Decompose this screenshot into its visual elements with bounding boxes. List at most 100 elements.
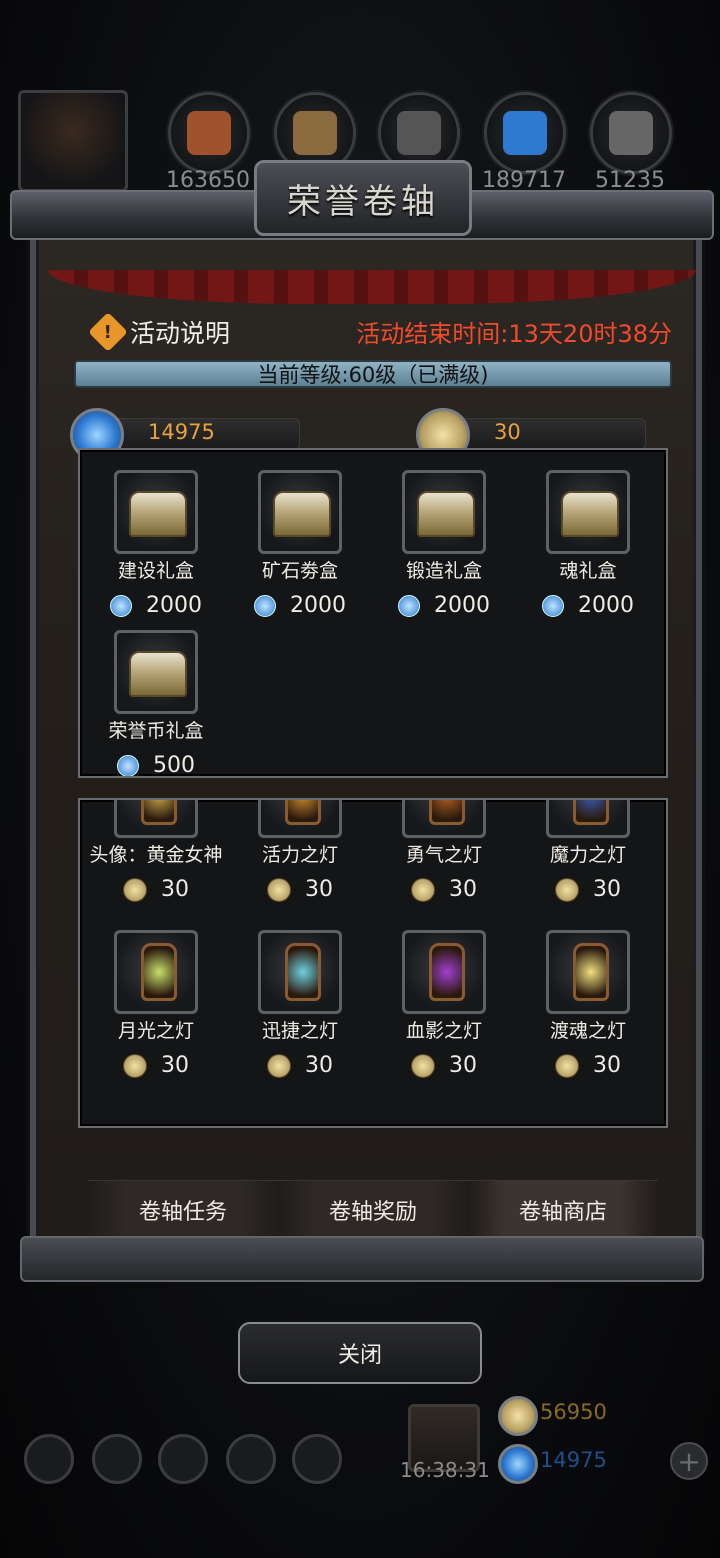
gem-value: 14975 <box>148 420 215 444</box>
shop-item[interactable]: 血影之灯 30 <box>372 930 516 1078</box>
price-value: 30 <box>161 1053 189 1078</box>
shop-item-name: 渡魂之灯 <box>549 1020 626 1042</box>
gift-box-name: 锻造礼盒 <box>405 560 482 582</box>
gift-box-item[interactable]: 魂礼盒 2000 <box>516 470 660 618</box>
shop-item[interactable]: 渡魂之灯 30 <box>516 930 660 1078</box>
price-value: 30 <box>305 877 333 902</box>
tab-scroll-shop[interactable]: 卷轴商店 <box>468 1180 658 1240</box>
gift-box-item[interactable]: 建设礼盒 2000 <box>84 470 228 618</box>
gold-icon <box>498 1396 538 1436</box>
shop-item-thumb[interactable] <box>114 800 198 838</box>
lamp-icon <box>141 943 177 1001</box>
guild-icon[interactable] <box>158 1434 208 1484</box>
panel-title-plate: 荣誉卷轴 <box>254 160 472 236</box>
shop-item-name: 血影之灯 <box>405 1020 482 1042</box>
gold-value: 56950 <box>540 1400 607 1424</box>
info-icon[interactable]: ! <box>88 312 128 352</box>
lamp-icon <box>573 943 609 1001</box>
price-value: 30 <box>161 877 189 902</box>
shop-item-thumb[interactable] <box>114 930 198 1014</box>
honor-coin-icon <box>555 877 579 902</box>
shop-item[interactable]: 魔力之灯 30 <box>516 800 660 902</box>
event-info[interactable]: ! 活动说明 <box>88 312 230 352</box>
shop-item-price[interactable]: 30 <box>228 877 372 902</box>
price-value: 30 <box>593 1053 621 1078</box>
lamp-icon <box>429 800 465 825</box>
gift-box-thumb[interactable] <box>546 470 630 554</box>
gift-box-price[interactable]: 2000 <box>372 593 516 618</box>
gift-box-price[interactable]: 2000 <box>84 593 228 618</box>
player-avatar[interactable] <box>18 90 128 192</box>
gift-box-price[interactable]: 500 <box>84 753 228 776</box>
gift-box-thumb[interactable] <box>114 630 198 714</box>
shop-item-name: 勇气之灯 <box>405 844 482 866</box>
mail-icon[interactable] <box>226 1434 276 1484</box>
settings-icon[interactable] <box>24 1434 74 1484</box>
gift-box-thumb[interactable] <box>258 470 342 554</box>
gift-box-price[interactable]: 2000 <box>516 593 660 618</box>
chest-icon <box>129 491 187 537</box>
chest-icon <box>273 491 331 537</box>
shop-item[interactable]: 月光之灯 30 <box>84 930 228 1078</box>
shop-item-thumb[interactable] <box>402 800 486 838</box>
shop-item-price[interactable]: 30 <box>84 1053 228 1078</box>
shop-item-price[interactable]: 30 <box>84 877 228 902</box>
resource-slot[interactable] <box>590 92 672 174</box>
gold-resource: 56950 <box>498 1396 698 1436</box>
shop-item-price[interactable]: 30 <box>372 877 516 902</box>
close-button[interactable]: 关闭 <box>238 1322 482 1384</box>
gift-box-thumb[interactable] <box>402 470 486 554</box>
panel-frame: ! 活动说明 活动结束时间:13天20时38分 当前等级:60级（已满级) 14… <box>30 230 702 1262</box>
resource-slot[interactable] <box>168 92 250 174</box>
shop-item-thumb[interactable] <box>402 930 486 1014</box>
gem-icon <box>110 594 132 617</box>
gem-icon <box>117 754 139 776</box>
resource-slot[interactable] <box>484 92 566 174</box>
shop-item-name: 魔力之灯 <box>549 844 626 866</box>
price-value: 2000 <box>290 593 346 618</box>
honor-scroll-panel: ! 活动说明 活动结束时间:13天20时38分 当前等级:60级（已满级) 14… <box>10 160 714 1282</box>
price-value: 30 <box>449 877 477 902</box>
shop-item[interactable]: 迅捷之灯 30 <box>228 930 372 1078</box>
gift-box-thumb[interactable] <box>114 470 198 554</box>
tab-scroll-tasks[interactable]: 卷轴任务 <box>88 1180 278 1240</box>
honor-coin-icon <box>123 1053 147 1078</box>
shop-item-price[interactable]: 30 <box>372 1053 516 1078</box>
honor-coin-icon <box>411 877 435 902</box>
level-text: 当前等级:60级（已满级) <box>257 363 489 387</box>
gift-box-price[interactable]: 2000 <box>228 593 372 618</box>
shop-item-price[interactable]: 30 <box>516 877 660 902</box>
wood-icon <box>187 111 231 155</box>
shop-item-thumb[interactable] <box>258 930 342 1014</box>
shop-item-thumb[interactable] <box>258 800 342 838</box>
event-info-label[interactable]: 活动说明 <box>130 314 230 350</box>
rank-icon[interactable] <box>92 1434 142 1484</box>
shop-item[interactable]: 活力之灯 30 <box>228 800 372 902</box>
shop-item[interactable]: 勇气之灯 30 <box>372 800 516 902</box>
gift-box-item[interactable]: 锻造礼盒 2000 <box>372 470 516 618</box>
gem-resource: 14975 <box>498 1444 698 1484</box>
shop-item-price[interactable]: 30 <box>228 1053 372 1078</box>
honor-coin-icon <box>267 1053 291 1078</box>
honor-coin-icon <box>267 877 291 902</box>
gift-box-name: 荣誉币礼盒 <box>108 720 204 742</box>
shop-item-price[interactable]: 30 <box>516 1053 660 1078</box>
shop-icon[interactable] <box>292 1434 342 1484</box>
shop-item-list[interactable]: 头像：黄金女神 30 活力之灯 30 勇气之灯 30 魔力之灯 30 月光之灯 30 迅捷之灯 30 血… <box>78 798 668 1128</box>
honor-coin-icon <box>411 1053 435 1078</box>
shop-item[interactable]: 头像：黄金女神 30 <box>84 800 228 902</box>
gift-box-item[interactable]: 矿石劵盒 2000 <box>228 470 372 618</box>
gift-box-list[interactable]: 建设礼盒 2000 矿石劵盒 2000 锻造礼盒 2000 魂礼盒 2000 荣誉币礼盒 500 <box>78 448 668 778</box>
shop-item-thumb[interactable] <box>546 800 630 838</box>
chest-icon <box>129 651 187 697</box>
add-icon[interactable]: + <box>670 1442 708 1480</box>
gift-box-item[interactable]: 荣誉币礼盒 500 <box>84 630 228 776</box>
lamp-icon <box>141 800 177 825</box>
tab-scroll-rewards[interactable]: 卷轴奖励 <box>278 1180 468 1240</box>
honor-coin-icon <box>123 877 147 902</box>
curtain-decoration <box>48 270 696 304</box>
coin-value: 30 <box>494 420 521 444</box>
shop-item-thumb[interactable] <box>546 930 630 1014</box>
shop-item-name: 月光之灯 <box>117 1020 194 1042</box>
level-progress-bar: 当前等级:60级（已满级) <box>74 360 672 388</box>
